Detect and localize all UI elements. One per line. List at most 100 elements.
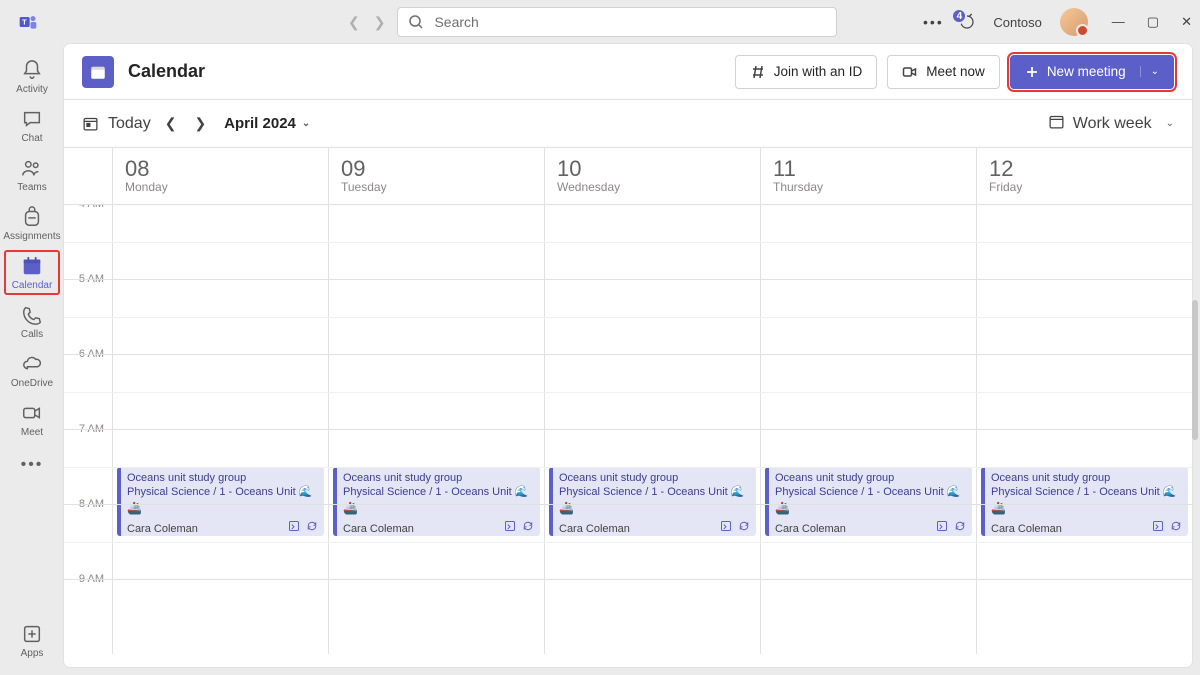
notifications-icon[interactable]: 4 <box>959 14 975 30</box>
ship-icon: 🚢 <box>343 500 534 516</box>
rail-meet[interactable]: Meet <box>0 395 64 444</box>
event-subtitle: Physical Science / 1 - Oceans Unit 🌊 <box>127 485 318 500</box>
meet-now-button[interactable]: Meet now <box>887 55 1000 89</box>
search-input[interactable] <box>432 13 826 31</box>
calendar-event[interactable]: Oceans unit study group Physical Science… <box>765 467 972 536</box>
day-header[interactable]: 10Wednesday <box>544 148 760 204</box>
recurring-icon <box>954 520 966 532</box>
event-title: Oceans unit study group <box>559 471 750 486</box>
titlebar: T ❮ ❯ ••• 4 Contoso — ▢ ✕ <box>0 0 1200 44</box>
search-icon <box>408 14 424 30</box>
rail-calls[interactable]: Calls <box>0 297 64 346</box>
calendar-icon <box>20 254 44 278</box>
day-header[interactable]: 12Friday <box>976 148 1192 204</box>
plus-icon <box>1025 65 1039 79</box>
day-header[interactable]: 11Thursday <box>760 148 976 204</box>
ship-icon: 🚢 <box>991 500 1182 516</box>
day-header[interactable]: 08Monday <box>112 148 328 204</box>
wave-icon: 🌊 <box>515 485 529 500</box>
wave-icon: 🌊 <box>947 485 961 500</box>
time-label: 5 AM <box>64 273 112 348</box>
new-meeting-button[interactable]: New meeting ⌄ <box>1010 55 1174 89</box>
event-subtitle: Physical Science / 1 - Oceans Unit 🌊 <box>343 485 534 500</box>
svg-text:T: T <box>22 18 27 27</box>
close-icon[interactable]: ✕ <box>1181 14 1192 30</box>
view-selector[interactable]: Work week ⌄ <box>1048 113 1174 135</box>
page-title: Calendar <box>128 61 205 82</box>
apps-icon <box>20 622 44 646</box>
rail-chat[interactable]: Chat <box>0 101 64 150</box>
more-icon[interactable]: ••• <box>925 14 941 30</box>
history-back-icon[interactable]: ❮ <box>348 14 360 31</box>
day-header[interactable]: 09Tuesday <box>328 148 544 204</box>
recurring-icon <box>1170 520 1182 532</box>
recurring-icon <box>738 520 750 532</box>
calendar-event[interactable]: Oceans unit study group Physical Science… <box>981 467 1188 536</box>
time-label: 9 AM <box>64 573 112 648</box>
calendar-toolbar: Today ❮ ❯ April 2024 ⌄ Work week ⌄ <box>64 100 1192 148</box>
ship-icon: 🚢 <box>127 500 318 516</box>
event-title: Oceans unit study group <box>775 471 966 486</box>
calendar-badge-icon <box>82 56 114 88</box>
recurring-icon <box>522 520 534 532</box>
window-controls: — ▢ ✕ <box>1112 14 1192 30</box>
event-subtitle: Physical Science / 1 - Oceans Unit 🌊 <box>991 485 1182 500</box>
time-label: 6 AM <box>64 348 112 423</box>
prev-period-icon[interactable]: ❮ <box>165 115 177 132</box>
chat-icon <box>20 107 44 131</box>
calendar-event[interactable]: Oceans unit study group Physical Science… <box>333 467 540 536</box>
wave-icon: 🌊 <box>731 485 745 500</box>
search-box[interactable] <box>397 7 837 37</box>
rail-activity[interactable]: Activity <box>0 52 64 101</box>
join-with-id-button[interactable]: Join with an ID <box>735 55 878 89</box>
event-subtitle: Physical Science / 1 - Oceans Unit 🌊 <box>559 485 750 500</box>
rail-assignments[interactable]: Assignments <box>0 199 64 248</box>
calendar-event[interactable]: Oceans unit study group Physical Science… <box>117 467 324 536</box>
channel-icon <box>288 520 300 532</box>
current-month-picker[interactable]: April 2024 ⌄ <box>224 115 310 132</box>
channel-icon <box>504 520 516 532</box>
teams-logo-icon: T <box>8 2 48 42</box>
bell-icon <box>20 58 44 82</box>
maximize-icon[interactable]: ▢ <box>1147 14 1159 30</box>
history-nav: ❮ ❯ <box>348 14 385 31</box>
rail-more[interactable]: ••• <box>13 448 52 482</box>
minimize-icon[interactable]: — <box>1112 14 1125 30</box>
rail-teams[interactable]: Teams <box>0 150 64 199</box>
app-rail: Activity Chat Teams Assignments Calendar… <box>0 44 64 675</box>
channel-icon <box>936 520 948 532</box>
rail-calendar[interactable]: Calendar <box>0 248 64 297</box>
recurring-icon <box>306 520 318 532</box>
history-forward-icon[interactable]: ❯ <box>374 14 386 31</box>
rail-apps[interactable]: Apps <box>0 616 64 665</box>
wave-icon: 🌊 <box>299 485 313 500</box>
phone-icon <box>20 303 44 327</box>
calendar-event[interactable]: Oceans unit study group Physical Science… <box>549 467 756 536</box>
backpack-icon <box>20 205 44 229</box>
time-label: 4 AM <box>64 204 112 273</box>
calendar-today-icon <box>82 115 100 133</box>
avatar[interactable] <box>1060 8 1088 36</box>
event-title: Oceans unit study group <box>991 471 1182 486</box>
event-title: Oceans unit study group <box>127 471 318 486</box>
org-name[interactable]: Contoso <box>993 15 1041 30</box>
channel-icon <box>1152 520 1164 532</box>
video-icon <box>902 64 918 80</box>
day-header-row: 08Monday 09Tuesday 10Wednesday 11Thursda… <box>64 148 1192 204</box>
next-period-icon[interactable]: ❯ <box>194 115 206 132</box>
chevron-down-icon: ⌄ <box>1166 118 1174 129</box>
today-button[interactable]: Today <box>82 115 151 133</box>
channel-icon <box>720 520 732 532</box>
time-label: 8 AM <box>64 498 112 573</box>
event-title: Oceans unit study group <box>343 471 534 486</box>
scrollbar[interactable] <box>1192 300 1198 440</box>
chevron-down-icon: ⌄ <box>302 118 310 129</box>
hash-icon <box>750 64 766 80</box>
main-content: Calendar Join with an ID Meet now New me… <box>64 44 1192 667</box>
rail-onedrive[interactable]: OneDrive <box>0 346 64 395</box>
ship-icon: 🚢 <box>559 500 750 516</box>
calendar-grid[interactable]: 4 AM5 AM6 AM7 AM8 AM9 AM Oceans unit stu… <box>64 204 1192 667</box>
wave-icon: 🌊 <box>1163 485 1177 500</box>
chevron-down-icon[interactable]: ⌄ <box>1140 66 1159 77</box>
video-icon <box>20 401 44 425</box>
